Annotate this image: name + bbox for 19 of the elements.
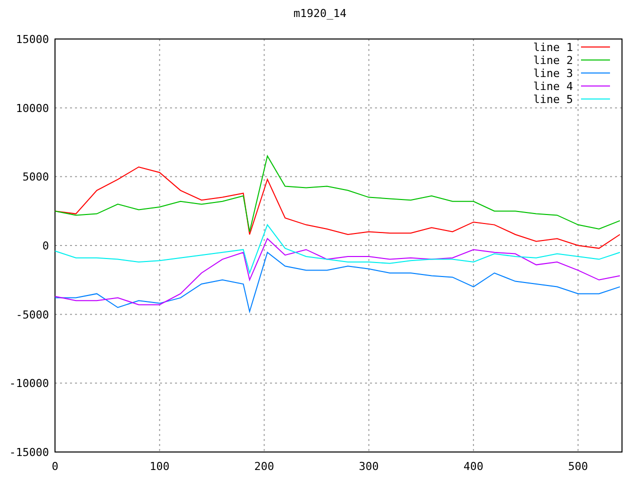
chart-title: m1920_14 [294, 7, 346, 20]
x-tick-label: 200 [254, 460, 274, 473]
y-tick-label: -5000 [16, 308, 49, 322]
legend-label: line 1 [533, 41, 573, 54]
y-tick-label: 15000 [16, 33, 49, 46]
x-tick-label: 300 [358, 460, 379, 473]
y-tick-label: 10000 [16, 102, 49, 115]
x-tick-label: 100 [150, 460, 170, 473]
legend-label: line 5 [533, 93, 573, 106]
x-tick-label: 0 [52, 460, 58, 473]
y-tick-label: -15000 [9, 446, 49, 459]
legend-label: line 3 [533, 67, 573, 80]
y-tick-label: 5000 [22, 170, 49, 184]
legend-label: line 2 [533, 54, 573, 67]
legend-label: line 4 [533, 80, 573, 93]
y-tick-label: -10000 [9, 377, 49, 390]
x-tick-label: 400 [464, 460, 484, 473]
x-tick-label: 500 [568, 460, 588, 473]
y-tick-label: 0 [42, 240, 49, 252]
